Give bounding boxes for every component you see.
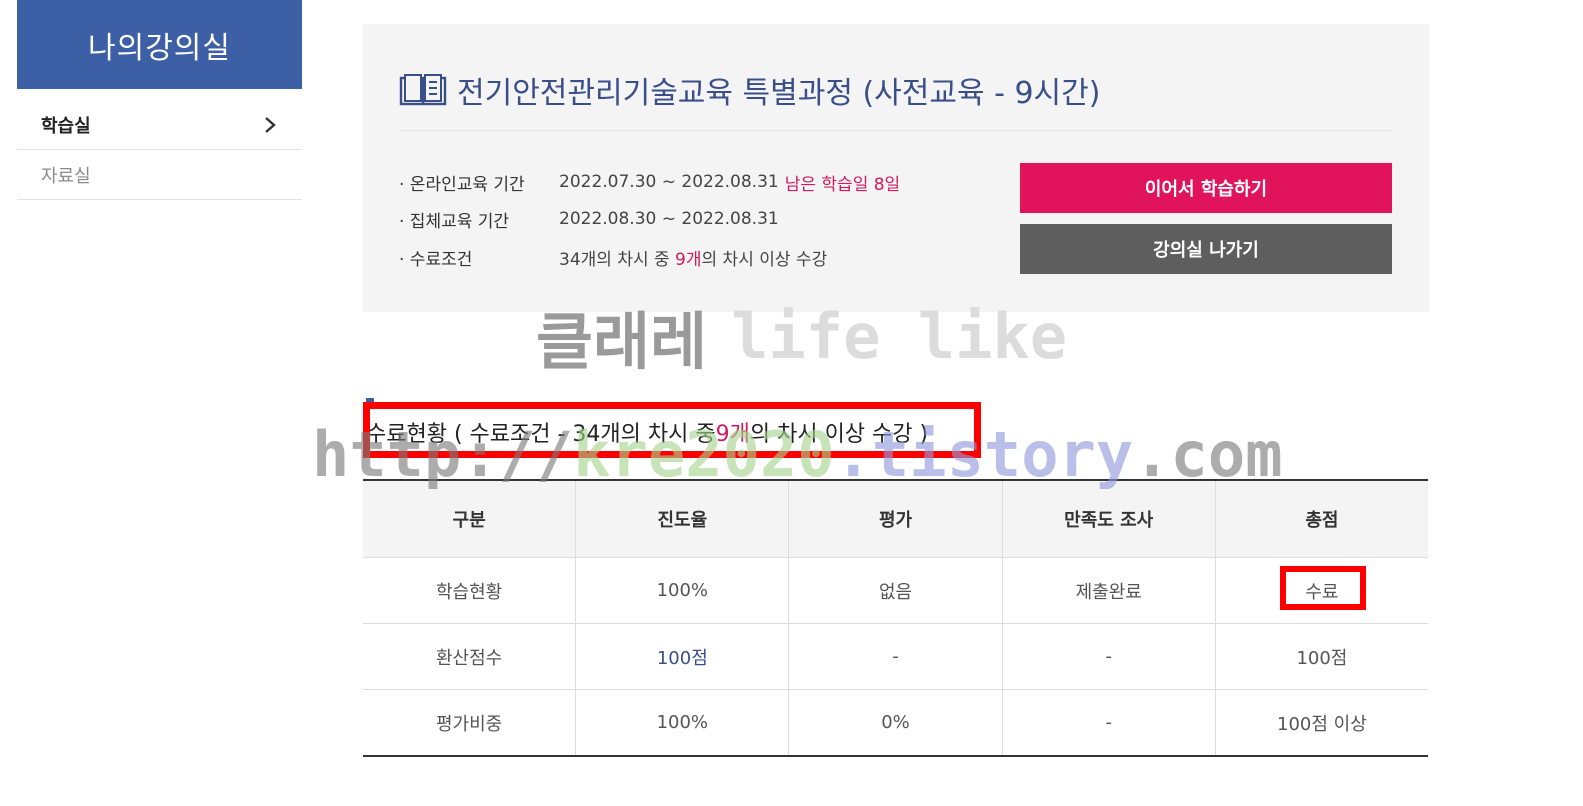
- column-header: 평가: [789, 481, 1003, 557]
- watermark-korean: 클래레: [536, 305, 708, 378]
- offline-period-value: 2022.08.30 ~ 2022.08.31: [559, 209, 779, 229]
- table-cell: 평가비중: [363, 690, 577, 755]
- watermark-brand: 클래레 life like: [536, 296, 1068, 379]
- watermark-english: life like: [731, 299, 1068, 373]
- table-cell: 없음: [789, 558, 1003, 623]
- exit-classroom-button[interactable]: 강의실 나가기: [1020, 224, 1392, 274]
- course-info-panel: 전기안전관리기술교육 특별과정 (사전교육 - 9시간) · 온라인교육 기간 …: [363, 24, 1429, 312]
- online-period-label: · 온라인교육 기간: [399, 174, 525, 195]
- sidebar-item-label: 자료실: [41, 165, 91, 187]
- table-cell: -: [789, 624, 1003, 689]
- column-header: 구분: [363, 481, 577, 557]
- completion-status-table: 구분 진도율 평가 만족도 조사 총점 학습현황 100% 없음 제출완료 수료…: [363, 479, 1429, 757]
- table-cell: -: [1003, 624, 1216, 689]
- completion-condition-row: · 수료조건 34개의 차시 중 9개의 차시 이상 수강: [399, 244, 827, 270]
- online-period-row: · 온라인교육 기간 2022.07.30 ~ 2022.08.31 남은 학습…: [399, 169, 900, 195]
- course-title-text: 전기안전관리기술교육 특별과정 (사전교육 - 9시간): [457, 76, 1101, 111]
- offline-period-row: · 집체교육 기간 2022.08.30 ~ 2022.08.31: [399, 206, 779, 232]
- watermark-url-part: kre2020: [573, 418, 835, 491]
- column-header: 총점: [1215, 481, 1429, 557]
- table-cell: 100점 이상: [1277, 713, 1367, 735]
- condition-text: 34개의 차시 중: [559, 249, 676, 270]
- table-row: 환산점수 100점 - - 100점: [363, 624, 1428, 690]
- watermark-url-part: .com: [1133, 418, 1283, 491]
- table-cell: 100%: [576, 690, 790, 755]
- watermark-url-part: http://: [312, 418, 574, 491]
- watermark-url: http://kre2020.tistory.com: [312, 420, 1283, 490]
- offline-period-label: · 집체교육 기간: [399, 211, 510, 232]
- continue-learning-button[interactable]: 이어서 학습하기: [1020, 163, 1392, 213]
- sidebar-item-materials[interactable]: 자료실: [17, 150, 302, 200]
- sidebar-title: 나의강의실: [17, 0, 302, 89]
- condition-text: 의 차시 이상 수강: [701, 249, 828, 270]
- book-icon: [399, 74, 447, 106]
- sidebar-item-study-room[interactable]: 학습실: [17, 100, 302, 150]
- table-cell: 100점: [1296, 647, 1348, 669]
- table-cell: 0%: [789, 690, 1003, 755]
- watermark-url-part: .tistory: [834, 418, 1134, 491]
- table-cell: -: [1003, 690, 1216, 755]
- highlight-box-pass: [1280, 566, 1366, 610]
- table-cell: 환산점수: [363, 624, 577, 689]
- divider: [399, 130, 1392, 131]
- completion-condition-label: · 수료조건: [399, 249, 473, 270]
- completion-condition-value: 34개의 차시 중 9개의 차시 이상 수강: [559, 245, 827, 270]
- course-title: 전기안전관리기술교육 특별과정 (사전교육 - 9시간): [399, 70, 1101, 111]
- table-cell: 학습현황: [363, 558, 577, 623]
- table-cell: 100점: [576, 624, 790, 689]
- remaining-days: 남은 학습일 8일: [784, 174, 901, 195]
- column-header: 만족도 조사: [1002, 481, 1216, 557]
- table-cell: 100%: [576, 558, 790, 623]
- table-row: 학습현황 100% 없음 제출완료 수료: [363, 558, 1428, 624]
- condition-count: 9개: [675, 249, 702, 270]
- table-cell: 제출완료: [1003, 558, 1216, 623]
- table-header-row: 구분 진도율 평가 만족도 조사 총점: [363, 481, 1429, 558]
- chevron-right-icon: [265, 117, 276, 133]
- column-header: 진도율: [576, 481, 790, 557]
- online-period-value: 2022.07.30 ~ 2022.08.31: [559, 172, 779, 192]
- table-row: 평가비중 100% 0% - 100점 이상: [363, 690, 1428, 755]
- sidebar-item-label: 학습실: [41, 115, 91, 137]
